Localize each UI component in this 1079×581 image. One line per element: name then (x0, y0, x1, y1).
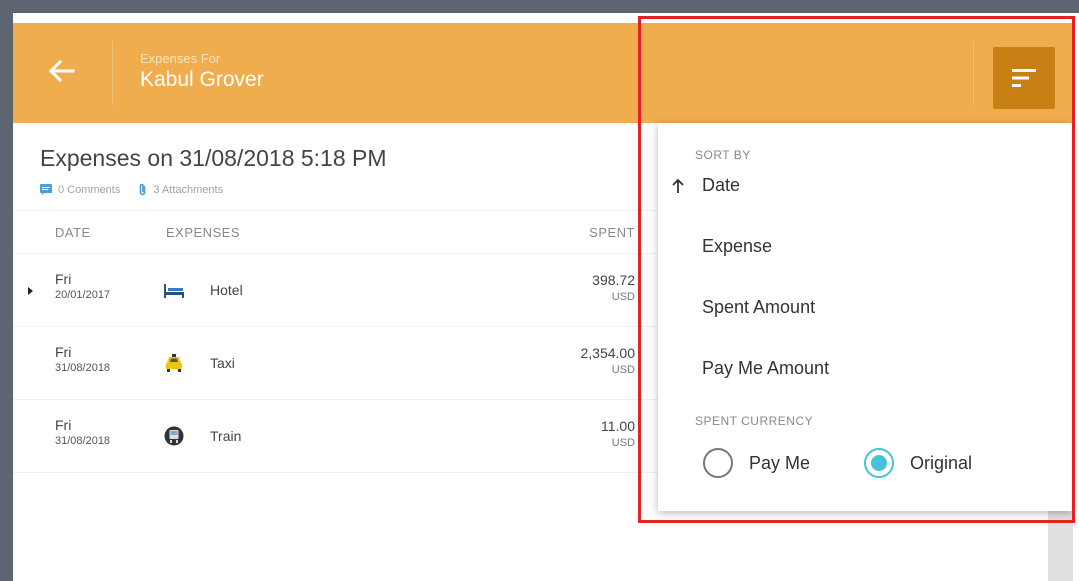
row-date: 31/08/2018 (55, 435, 111, 447)
app-header: Expenses For Kabul Grover (13, 23, 1073, 123)
radio-unchecked-icon (703, 448, 733, 478)
row-amount: 398.72 (592, 272, 635, 288)
sort-option-date[interactable]: Date (702, 175, 740, 196)
sort-option-expense[interactable]: Expense (702, 236, 772, 257)
column-date[interactable]: DATE (55, 225, 91, 240)
row-expense: Hotel (210, 282, 243, 298)
sort-option-pay-me-amount[interactable]: Pay Me Amount (702, 358, 829, 379)
comment-icon (40, 184, 52, 195)
scrollbar[interactable] (1048, 511, 1073, 581)
currency-radio-pay-me[interactable]: Pay Me (703, 448, 810, 478)
radio-checked-icon (864, 448, 894, 478)
taxi-icon (166, 354, 182, 372)
header-divider-right (973, 41, 974, 105)
header-subtitle: Expenses For (140, 51, 221, 66)
row-day: Fri (55, 417, 72, 433)
row-day: Fri (55, 271, 72, 287)
sort-by-heading: SORT BY (695, 148, 751, 162)
screen: Expenses For Kabul Grover Expenses on 31… (0, 0, 1079, 581)
page-title: Expenses on 31/08/2018 5:18 PM (40, 145, 387, 171)
row-currency: USD (611, 364, 635, 376)
arrow-up-icon (672, 178, 684, 193)
bed-icon (164, 284, 184, 298)
row-expense: Taxi (210, 355, 235, 371)
row-expand-icon[interactable] (28, 287, 33, 295)
arrow-left-icon (48, 59, 75, 83)
header-divider (112, 41, 113, 105)
header-title: Kabul Grover (140, 68, 264, 91)
column-spent[interactable]: SPENT (589, 225, 635, 240)
row-currency: USD (611, 291, 635, 303)
row-currency: USD (611, 437, 635, 449)
currency-radio-original-label: Original (910, 452, 973, 473)
train-icon (164, 426, 184, 446)
row-day: Fri (55, 344, 72, 360)
comments-label: 0 Comments (58, 183, 121, 196)
attachments-label: 3 Attachments (153, 183, 224, 196)
row-date: 31/08/2018 (55, 362, 111, 374)
app-window: Expenses For Kabul Grover Expenses on 31… (13, 13, 1079, 581)
row-amount: 2,354.00 (580, 345, 636, 361)
sort-menu: SORT BY Date Expense Spent Amount Pay Me… (658, 123, 1073, 511)
sort-option-spent-amount[interactable]: Spent Amount (702, 297, 815, 318)
paperclip-icon (140, 183, 146, 196)
window-frame-top (0, 0, 1079, 13)
report-meta: 0 Comments 3 Attachments (40, 183, 241, 196)
sort-button[interactable] (993, 47, 1055, 109)
row-expense: Train (210, 428, 242, 444)
column-expenses[interactable]: EXPENSES (166, 225, 240, 240)
comments-link[interactable]: 0 Comments (40, 184, 120, 196)
row-amount: 11.00 (601, 418, 635, 434)
window-frame-left (0, 0, 13, 581)
attachments-link[interactable]: 3 Attachments (138, 183, 223, 196)
currency-radio-original[interactable]: Original (864, 448, 972, 478)
row-date: 20/01/2017 (55, 289, 111, 301)
currency-radio-pay-me-label: Pay Me (749, 452, 811, 473)
sort-lines-icon (1012, 69, 1036, 87)
spent-currency-heading: SPENT CURRENCY (695, 414, 814, 428)
back-button[interactable] (41, 51, 81, 91)
